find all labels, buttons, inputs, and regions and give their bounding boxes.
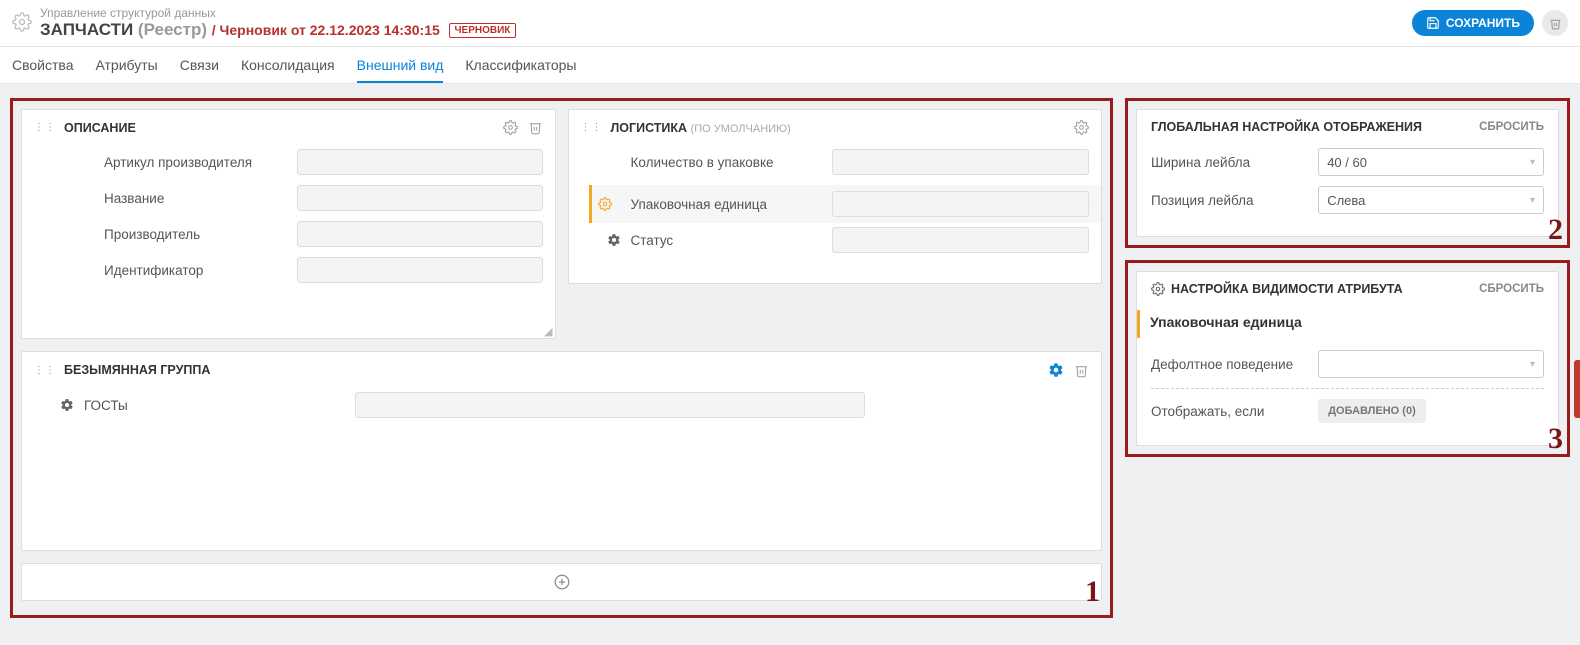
field-label: ГОСТы xyxy=(84,398,355,413)
tab-properties[interactable]: Свойства xyxy=(12,47,73,83)
trash-icon xyxy=(1549,17,1562,30)
group-delete-button[interactable] xyxy=(1074,363,1089,378)
label-pos-label: Позиция лейбла xyxy=(1151,193,1308,208)
plus-circle-icon xyxy=(553,573,571,591)
tab-relations[interactable]: Связи xyxy=(180,47,219,83)
field-settings-icon[interactable] xyxy=(607,233,621,247)
panel-title: НАСТРОЙКА ВИДИМОСТИ АТРИБУТА xyxy=(1151,282,1403,296)
title-sep: / xyxy=(212,22,220,38)
title-registry: (Реестр) xyxy=(138,20,207,39)
panel-title-text: НАСТРОЙКА ВИДИМОСТИ АТРИБУТА xyxy=(1171,282,1403,296)
field-settings-icon[interactable] xyxy=(598,197,612,211)
group-settings-button[interactable] xyxy=(1074,120,1089,135)
field-row[interactable]: Название xyxy=(74,185,543,211)
chevron-down-icon: ▾ xyxy=(1530,195,1535,206)
title-main: ЗАПЧАСТИ xyxy=(40,20,133,39)
label-pos-select[interactable]: Слева ▾ xyxy=(1318,186,1544,214)
add-group-button[interactable] xyxy=(21,563,1102,601)
save-label: СОХРАНИТЬ xyxy=(1446,16,1520,30)
group-settings-button[interactable] xyxy=(1048,362,1064,378)
global-display-settings: ГЛОБАЛЬНАЯ НАСТРОЙКА ОТОБРАЖЕНИЯ СБРОСИТ… xyxy=(1136,109,1559,237)
drag-handle-icon[interactable]: ⋮⋮ xyxy=(34,365,56,376)
field-input[interactable] xyxy=(297,185,543,211)
reset-button[interactable]: СБРОСИТЬ xyxy=(1479,283,1544,295)
annotation-1: 1 xyxy=(1085,575,1100,609)
breadcrumb-area: Управление структурой данных ЗАПЧАСТИ (Р… xyxy=(12,6,516,40)
field-row-selected[interactable]: Упаковочная единица xyxy=(589,185,1102,223)
field-input[interactable] xyxy=(832,191,1089,217)
field-input[interactable] xyxy=(832,149,1089,175)
group-default-hint: (ПО УМОЛЧАНИЮ) xyxy=(691,123,791,135)
field-label: Артикул производителя xyxy=(104,155,297,170)
field-row[interactable]: Количество в упаковке xyxy=(601,149,1090,175)
tab-consolidation[interactable]: Консолидация xyxy=(241,47,335,83)
layout-canvas: ⋮⋮ ОПИСАНИЕ Артикул производител xyxy=(10,98,1113,618)
field-label: Идентификатор xyxy=(104,263,297,278)
chevron-down-icon: ▾ xyxy=(1530,157,1535,168)
field-row[interactable]: ГОСТы xyxy=(54,392,1089,418)
tabs-bar: Свойства Атрибуты Связи Консолидация Вне… xyxy=(0,47,1580,84)
top-actions: СОХРАНИТЬ xyxy=(1412,10,1568,36)
select-value: Слева xyxy=(1327,193,1365,208)
field-input[interactable] xyxy=(297,221,543,247)
field-label: Статус xyxy=(631,233,833,248)
group-description: ⋮⋮ ОПИСАНИЕ Артикул производител xyxy=(21,109,556,339)
delete-button[interactable] xyxy=(1542,10,1568,36)
default-behavior-select[interactable]: ▾ xyxy=(1318,350,1544,378)
annotation-3: 3 xyxy=(1548,422,1563,456)
field-settings-icon[interactable] xyxy=(60,398,74,412)
field-row[interactable]: Статус xyxy=(601,227,1090,253)
gear-icon xyxy=(1151,282,1165,296)
selected-attribute-name: Упаковочная единица xyxy=(1137,310,1544,338)
field-input[interactable] xyxy=(297,257,543,283)
group-logistics: ⋮⋮ ЛОГИСТИКА (ПО УМОЛЧАНИЮ) Кол xyxy=(568,109,1103,284)
chevron-down-icon: ▾ xyxy=(1530,359,1535,370)
select-value: 40 / 60 xyxy=(1327,155,1367,170)
field-row[interactable]: Артикул производителя xyxy=(74,149,543,175)
group-settings-button[interactable] xyxy=(503,120,518,135)
field-input[interactable] xyxy=(355,392,865,418)
group-title: ОПИСАНИЕ xyxy=(64,121,136,135)
group-title: БЕЗЫМЯННАЯ ГРУППА xyxy=(64,363,210,377)
reset-button[interactable]: СБРОСИТЬ xyxy=(1479,121,1544,133)
drag-handle-icon[interactable]: ⋮⋮ xyxy=(581,122,603,133)
label-width-label: Ширина лейбла xyxy=(1151,155,1308,170)
divider xyxy=(1151,388,1544,389)
field-label: Количество в упаковке xyxy=(631,155,833,170)
top-bar: Управление структурой данных ЗАПЧАСТИ (Р… xyxy=(0,0,1580,47)
field-label: Название xyxy=(104,191,297,206)
group-title: ЛОГИСТИКА (ПО УМОЛЧАНИЮ) xyxy=(611,121,791,135)
group-delete-button[interactable] xyxy=(528,120,543,135)
default-behavior-label: Дефолтное поведение xyxy=(1151,357,1308,372)
drag-handle-icon[interactable]: ⋮⋮ xyxy=(34,122,56,133)
draft-timestamp: Черновик от 22.12.2023 14:30:15 xyxy=(220,22,440,38)
added-conditions-button[interactable]: ДОБАВЛЕНО (0) xyxy=(1318,399,1426,423)
group-title-text: ЛОГИСТИКА xyxy=(611,121,688,135)
field-label: Упаковочная единица xyxy=(631,197,833,212)
tab-classifiers[interactable]: Классификаторы xyxy=(465,47,576,83)
tab-attributes[interactable]: Атрибуты xyxy=(95,47,157,83)
save-icon xyxy=(1426,16,1440,30)
resize-handle-icon[interactable]: ◢ xyxy=(544,325,552,338)
label-width-select[interactable]: 40 / 60 ▾ xyxy=(1318,148,1544,176)
attribute-visibility-settings: НАСТРОЙКА ВИДИМОСТИ АТРИБУТА СБРОСИТЬ Уп… xyxy=(1136,271,1559,446)
page-subtitle: Управление структурой данных xyxy=(40,6,516,20)
field-row[interactable]: Идентификатор xyxy=(74,257,543,283)
save-button[interactable]: СОХРАНИТЬ xyxy=(1412,10,1534,36)
workspace: ⋮⋮ ОПИСАНИЕ Артикул производител xyxy=(0,84,1580,628)
gear-icon xyxy=(12,12,32,32)
tab-appearance[interactable]: Внешний вид xyxy=(357,47,444,83)
group-unnamed: ⋮⋮ БЕЗЫМЯННАЯ ГРУППА ГОСТ xyxy=(21,351,1102,551)
right-column: ГЛОБАЛЬНАЯ НАСТРОЙКА ОТОБРАЖЕНИЯ СБРОСИТ… xyxy=(1125,98,1570,457)
draft-badge: ЧЕРНОВИК xyxy=(449,23,517,38)
field-row[interactable]: Производитель xyxy=(74,221,543,247)
field-input[interactable] xyxy=(832,227,1089,253)
field-label: Производитель xyxy=(104,227,297,242)
side-drawer-handle[interactable] xyxy=(1574,360,1580,418)
panel-title: ГЛОБАЛЬНАЯ НАСТРОЙКА ОТОБРАЖЕНИЯ xyxy=(1151,120,1422,134)
field-input[interactable] xyxy=(297,149,543,175)
show-if-label: Отображать, если xyxy=(1151,404,1308,419)
annotation-2: 2 xyxy=(1548,213,1563,247)
page-title: ЗАПЧАСТИ (Реестр) / Черновик от 22.12.20… xyxy=(40,20,516,40)
